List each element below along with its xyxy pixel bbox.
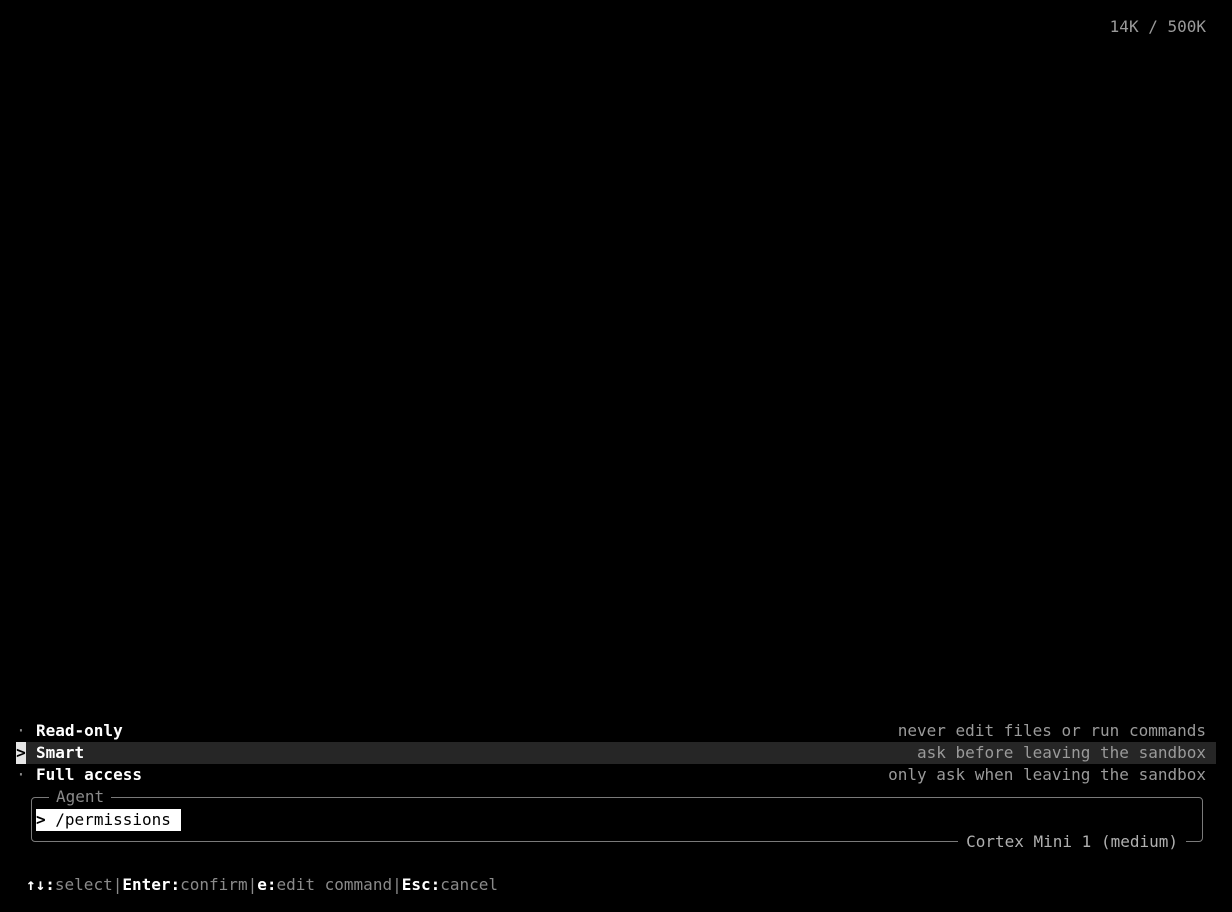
enter-key-hint: Enter:	[122, 875, 181, 894]
confirm-hint-label: confirm	[180, 875, 248, 894]
option-read-only[interactable]: · Read-only never edit files or run comm…	[16, 720, 1216, 742]
agent-input-box: Agent > /permissions Cortex Mini 1 (medi…	[31, 787, 1203, 852]
permissions-option-list: · Read-only never edit files or run comm…	[16, 720, 1216, 786]
option-description: only ask when leaving the sandbox	[888, 765, 1206, 784]
option-description: ask before leaving the sandbox	[917, 743, 1206, 762]
hint-separator: |	[392, 875, 402, 894]
edit-hint-label: edit command	[276, 875, 393, 894]
option-label: Read-only	[36, 721, 123, 740]
option-smart[interactable]: > Smart ask before leaving the sandbox	[16, 742, 1216, 764]
agent-box-title: Agent	[49, 787, 112, 807]
model-name: Cortex Mini 1 (medium)	[958, 832, 1186, 852]
keyboard-hints: ↑↓:select|Enter:confirm|e:edit command|E…	[26, 875, 498, 895]
hint-separator: |	[112, 875, 123, 894]
command-text: /permissions	[55, 810, 171, 829]
option-label: Full access	[36, 765, 142, 784]
hint-separator: |	[247, 875, 258, 894]
option-label: Smart	[36, 743, 85, 762]
prompt-icon: >	[36, 810, 46, 829]
cancel-hint-label: cancel	[440, 875, 499, 894]
option-full-access[interactable]: · Full access only ask when leaving the …	[16, 764, 1216, 786]
e-key-hint: e:	[257, 875, 277, 894]
select-hint-label: select	[54, 875, 113, 894]
selected-cursor-icon: >	[16, 742, 26, 764]
option-description: never edit files or run commands	[897, 721, 1206, 740]
esc-key-hint: Esc:	[401, 875, 441, 894]
command-input[interactable]: > /permissions	[36, 809, 181, 831]
arrows-key-hint: ↑↓:	[26, 875, 55, 894]
token-usage-counter: 14K / 500K	[1109, 17, 1206, 36]
option-marker: ·	[16, 721, 26, 740]
option-marker: ·	[16, 765, 26, 784]
